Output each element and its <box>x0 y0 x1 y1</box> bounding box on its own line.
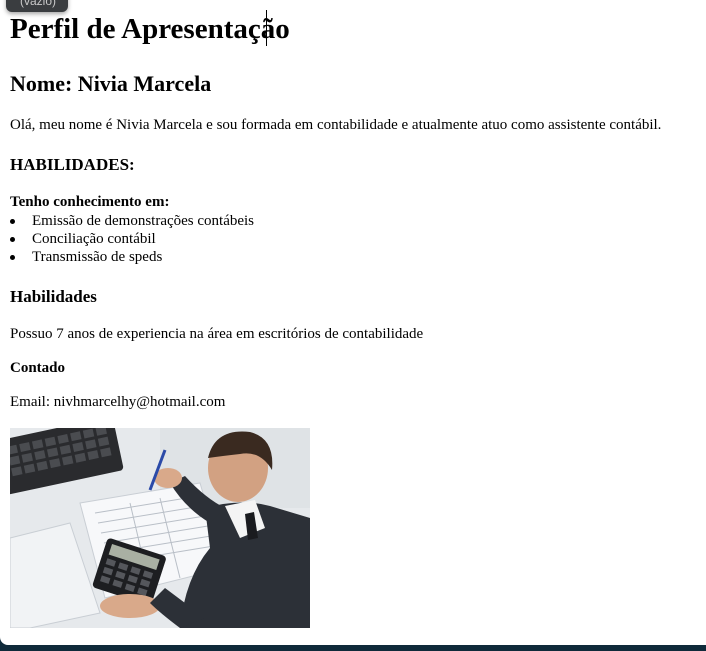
contact-heading: Contado <box>10 360 66 376</box>
page-document: Perfil de Apresentação Nome: Nivia Marce… <box>0 0 706 645</box>
list-item: Emissão de demonstrações contábeis <box>10 212 254 230</box>
empty-tooltip: (vazio) <box>6 0 69 12</box>
experience-paragraph: Possuo 7 anos de experiencia na área em … <box>10 326 424 342</box>
list-item: Transmissão de speds <box>10 248 254 266</box>
knowledge-label: Tenho conhecimento em: <box>10 194 170 210</box>
text-cursor <box>266 10 267 46</box>
habilidades-heading: Habilidades <box>10 287 97 306</box>
skills-heading: HABILIDADES: <box>10 155 135 174</box>
accountant-photo-icon <box>10 428 310 628</box>
accountant-photo <box>10 428 310 628</box>
email-text: Email: nivhmarcelhy@hotmail.com <box>10 394 226 410</box>
page-title: Perfil de Apresentação <box>10 13 290 45</box>
list-item: Conciliação contábil <box>10 230 254 248</box>
name-heading: Nome: Nivia Marcela <box>10 71 212 96</box>
knowledge-list: Emissão de demonstrações contábeis Conci… <box>10 212 254 266</box>
intro-paragraph: Olá, meu nome é Nivia Marcela e sou form… <box>10 117 662 133</box>
